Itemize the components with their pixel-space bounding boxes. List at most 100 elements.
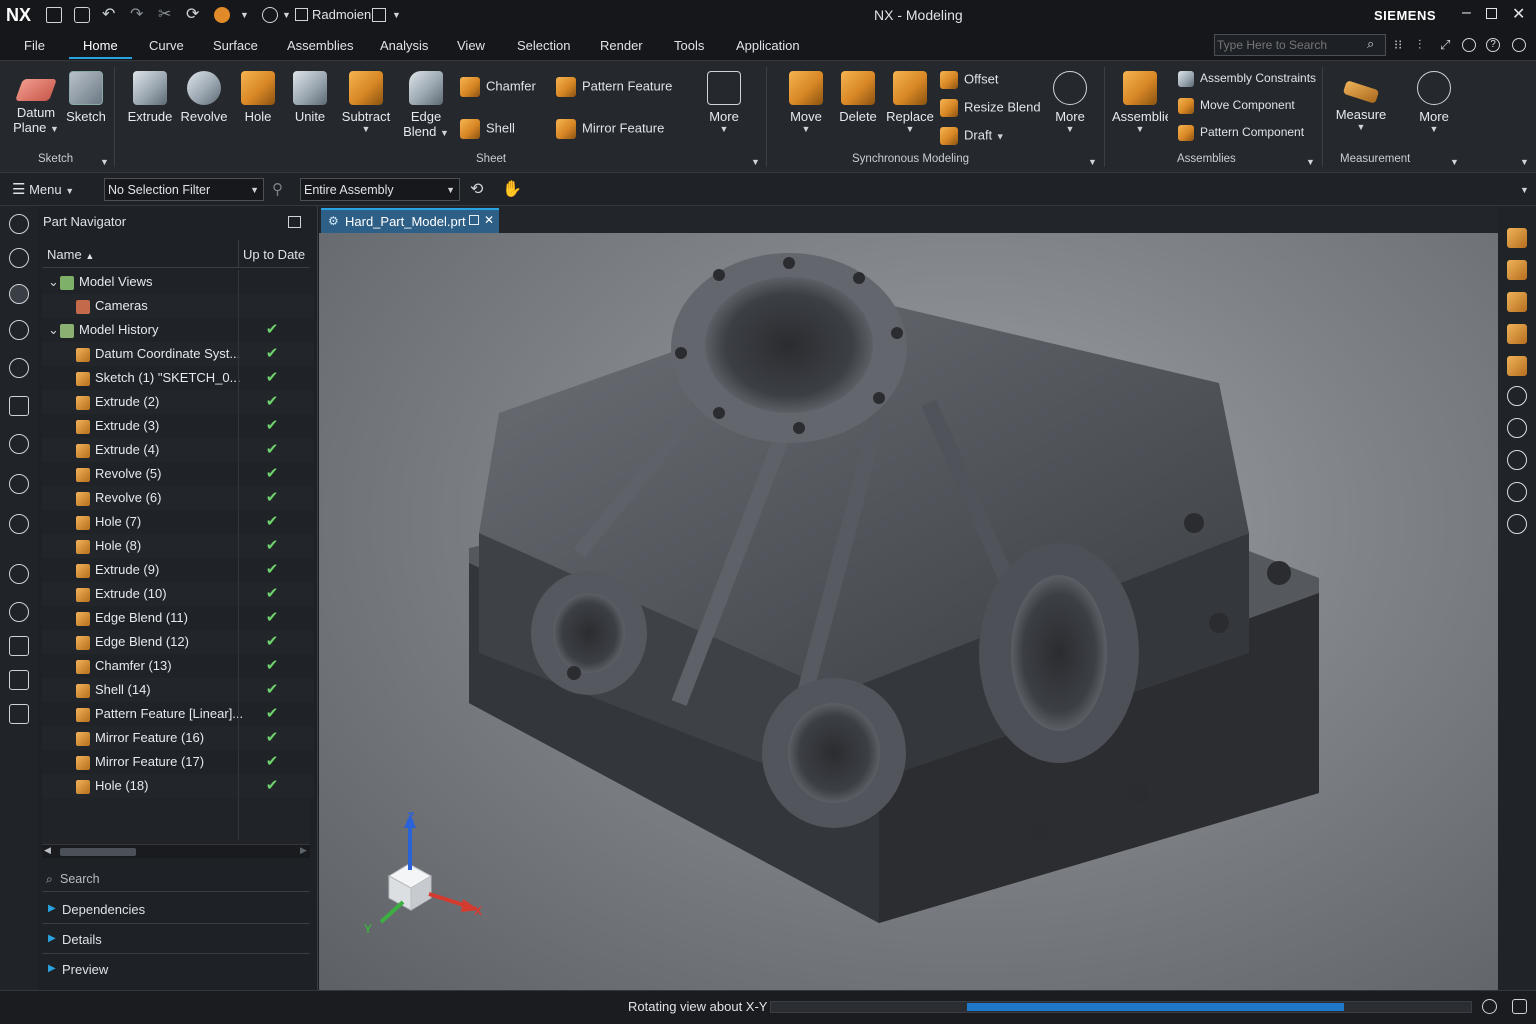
tree-row[interactable]: Sketch (1) "SKETCH_0... ✔ <box>42 366 314 390</box>
chevron-down-icon[interactable]: ▼ <box>100 157 109 167</box>
tree-row[interactable]: Mirror Feature (17) ✔ <box>42 750 314 774</box>
hd3d-tools-icon[interactable] <box>9 358 29 378</box>
tab-selection[interactable]: Selection <box>517 38 570 53</box>
shaded-view-icon[interactable] <box>1507 260 1527 280</box>
tab-curve[interactable]: Curve <box>149 38 184 53</box>
offset-button[interactable]: Offset <box>940 71 998 89</box>
menu-button[interactable]: ☰ Menu ▼ <box>12 180 74 198</box>
web-browser-icon[interactable] <box>9 396 29 416</box>
select-all-icon[interactable]: ⟲ <box>470 179 483 199</box>
view-cube-icon[interactable] <box>1507 228 1527 248</box>
chevron-down-icon[interactable]: ▼ <box>1450 157 1459 167</box>
sort-ascending-icon[interactable]: ▲ <box>85 251 94 261</box>
studio-render-icon[interactable] <box>1507 356 1527 376</box>
sheet-more-button[interactable]: More ▼ <box>702 71 746 134</box>
tree-row[interactable]: Chamfer (13) ✔ <box>42 654 314 678</box>
details-section[interactable]: ▶ Details <box>42 926 310 954</box>
column-up-to-date[interactable]: Up to Date <box>243 247 305 262</box>
scroll-right-icon[interactable]: ▶ <box>300 845 307 856</box>
draft-button[interactable]: Draft ▼ <box>940 127 1005 145</box>
scroll-left-icon[interactable]: ◀ <box>44 845 51 856</box>
search-input[interactable] <box>1217 37 1357 53</box>
unite-button[interactable]: Unite <box>288 71 332 124</box>
window-icon[interactable] <box>262 7 278 23</box>
datum-plane-button[interactable]: Datum Plane ▼ <box>12 71 60 135</box>
orient-view-icon[interactable] <box>1507 514 1527 534</box>
selection-filter-dropdown[interactable]: No Selection Filter ▼ <box>104 178 264 201</box>
tree-row[interactable]: Shell (14) ✔ <box>42 678 314 702</box>
subtract-button[interactable]: Subtract ▼ <box>338 71 394 134</box>
chevron-down-icon[interactable]: ▼ <box>1088 157 1097 167</box>
chevron-down-icon[interactable]: ▼ <box>282 10 291 20</box>
tree-row[interactable]: Extrude (3) ✔ <box>42 414 314 438</box>
quick-access-label[interactable]: Radmoien <box>312 7 371 22</box>
help-icon[interactable]: ? <box>1486 38 1500 52</box>
undock-icon[interactable] <box>469 215 479 225</box>
tree-row[interactable]: Datum Coordinate Syst... ✔ <box>42 342 314 366</box>
pattern-component-button[interactable]: Pattern Component <box>1178 125 1304 141</box>
hole-button[interactable]: Hole <box>236 71 280 124</box>
scrollbar-thumb[interactable] <box>60 848 136 856</box>
tree-row[interactable]: Edge Blend (11) ✔ <box>42 606 314 630</box>
tree-row[interactable]: Extrude (9) ✔ <box>42 558 314 582</box>
cut-icon[interactable]: ✂ <box>158 4 171 24</box>
tree-row[interactable]: ⌄ Model History ✔ <box>42 318 314 342</box>
status-options-icon[interactable] <box>1512 999 1527 1014</box>
minimize-icon[interactable]: – <box>1462 4 1471 22</box>
tree-row[interactable]: Mirror Feature (16) ✔ <box>42 726 314 750</box>
document-tab[interactable]: ⚙ Hard_Part_Model.prt ✕ <box>321 208 499 233</box>
assembly-navigator-icon[interactable] <box>9 248 29 268</box>
chevron-down-icon[interactable]: ▼ <box>702 124 746 134</box>
chevron-down-icon[interactable]: ▼ <box>996 131 1005 141</box>
move-component-button[interactable]: Move Component <box>1178 98 1295 114</box>
sync-more-button[interactable]: More ▼ <box>1048 71 1092 134</box>
manufacturing-wizard-icon[interactable] <box>9 602 29 622</box>
tree-row[interactable]: Extrude (4) ✔ <box>42 438 314 462</box>
chevron-down-icon[interactable]: ▼ <box>1306 157 1315 167</box>
layout-toggle-icon[interactable]: ⫶ <box>1418 37 1421 53</box>
user-icon[interactable] <box>1512 38 1526 52</box>
expand-icon[interactable]: ⤢ <box>1440 37 1450 53</box>
tab-analysis[interactable]: Analysis <box>380 38 428 53</box>
chevron-down-icon[interactable]: ▼ <box>1112 124 1168 134</box>
history-icon[interactable] <box>9 434 29 454</box>
pan-icon[interactable] <box>1507 450 1527 470</box>
search-box[interactable]: ⌕ <box>1214 34 1386 56</box>
refresh-ring-icon[interactable] <box>1462 38 1476 52</box>
assemblies-button[interactable]: Assemblies ▼ <box>1112 71 1168 134</box>
process-studio-icon[interactable] <box>9 514 29 534</box>
constraint-navigator-icon[interactable] <box>9 284 29 304</box>
tree-row[interactable]: Hole (8) ✔ <box>42 534 314 558</box>
measure-button[interactable]: Measure ▼ <box>1332 71 1390 132</box>
touch-mode-icon[interactable] <box>214 7 230 23</box>
zoom-fit-icon[interactable] <box>1507 386 1527 406</box>
replace-button[interactable]: Replace ▼ <box>886 71 934 134</box>
close-tab-icon[interactable]: ✕ <box>484 213 494 227</box>
graphics-window[interactable]: ⚙ Hard_Part_Model.prt ✕ Z X Y <box>319 206 1498 990</box>
command-finder-icon[interactable]: ⁝⁝ <box>1394 37 1402 53</box>
mirror-feature-button[interactable]: Mirror Feature <box>556 119 664 139</box>
hidden-edges-icon[interactable] <box>1507 324 1527 344</box>
tree-row[interactable]: Pattern Feature [Linear]... ✔ <box>42 702 314 726</box>
edge-blend-button[interactable]: Edge Blend ▼ <box>400 71 452 139</box>
preview-section[interactable]: ▶ Preview <box>42 956 310 984</box>
visual-reporting-icon[interactable] <box>9 670 29 690</box>
resize-blend-button[interactable]: Resize Blend <box>940 99 1041 117</box>
system-materials-icon[interactable] <box>9 474 29 494</box>
tree-row[interactable]: Cameras <box>42 294 314 318</box>
horizontal-scrollbar[interactable]: ◀ ▶ <box>42 844 310 858</box>
tree-row[interactable]: Extrude (2) ✔ <box>42 390 314 414</box>
roles-icon[interactable] <box>9 564 29 584</box>
tab-file[interactable]: File <box>24 38 45 53</box>
scope-dropdown[interactable]: Entire Assembly ▼ <box>300 178 460 201</box>
collapse-icon[interactable]: ⌄ <box>48 318 60 342</box>
tab-home[interactable]: Home <box>69 38 132 59</box>
search-icon[interactable]: ⌕ <box>1367 36 1374 52</box>
chevron-down-icon[interactable]: ▼ <box>751 157 760 167</box>
assembly-constraints-button[interactable]: Assembly Constraints <box>1178 71 1316 87</box>
status-info-icon[interactable] <box>1482 999 1497 1014</box>
revolve-button[interactable]: Revolve <box>178 71 230 124</box>
tree-row[interactable]: Extrude (10) ✔ <box>42 582 314 606</box>
wireframe-view-icon[interactable] <box>1507 292 1527 312</box>
chevron-down-icon[interactable]: ▼ <box>1048 124 1092 134</box>
